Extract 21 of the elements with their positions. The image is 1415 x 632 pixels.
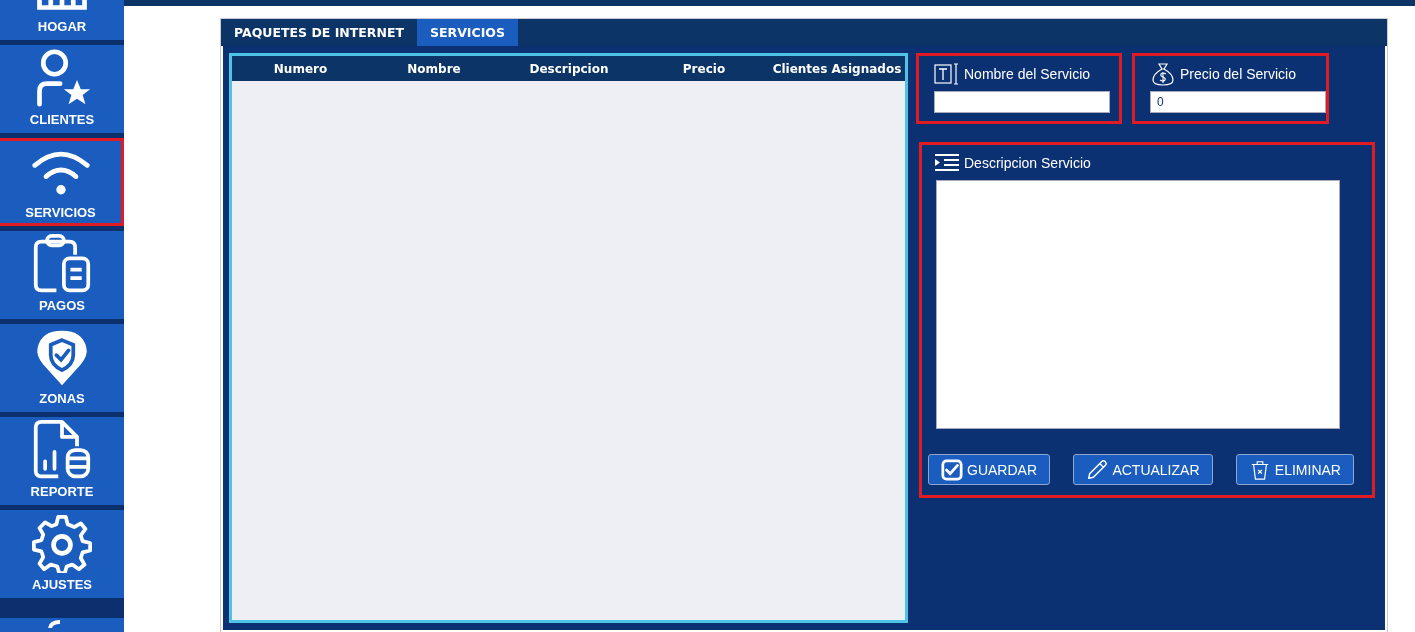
field-label: Precio del Servicio [1180, 66, 1296, 82]
field-label: Nombre del Servicio [964, 66, 1091, 82]
tab[interactable]: PAQUETES DE INTERNET [221, 19, 418, 46]
column-header: Descripcion [528, 61, 610, 76]
column-header: Precio [681, 61, 727, 76]
sidebar-item[interactable]: REPORTE [0, 417, 124, 505]
column-header: Clientes Asignados [771, 61, 903, 76]
action-button[interactable]: ACTUALIZAR [1073, 454, 1213, 485]
sidebar-item[interactable]: HOGAR [0, 0, 124, 40]
column-header: Nombre [406, 61, 462, 76]
sidebar-item[interactable]: SERVICIOS [0, 138, 124, 226]
sidebar-item[interactable]: AJUSTES [0, 510, 124, 598]
sidebar-item[interactable]: ZONAS [0, 324, 124, 412]
column-header: Numero [272, 61, 329, 76]
input-field[interactable]: 0 [1150, 91, 1326, 113]
sidebar-item[interactable]: PAGOS [0, 231, 124, 319]
sidebar-item[interactable]: CLIENTES [0, 45, 124, 133]
action-button[interactable]: GUARDAR [928, 454, 1050, 485]
action-button[interactable]: ELIMINAR [1235, 454, 1354, 485]
tab[interactable]: SERVICIOS [417, 19, 518, 46]
field-label: Descripcion Servicio [964, 155, 1091, 171]
